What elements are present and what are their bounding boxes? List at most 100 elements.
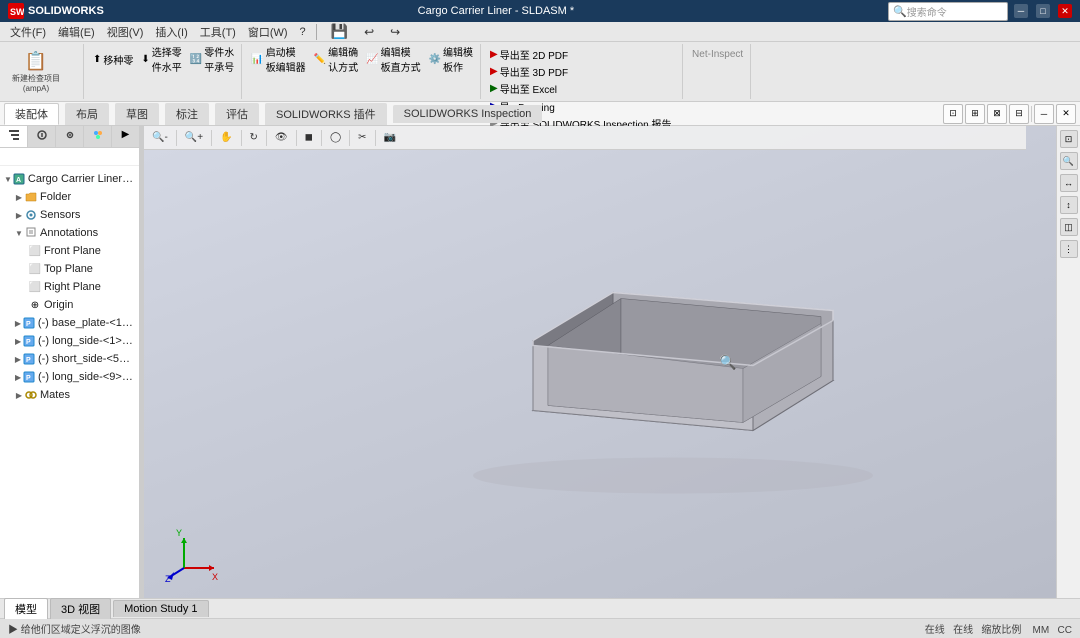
net-inspect-button[interactable]: Net-Inspect [689, 46, 746, 62]
vp-rotate-button[interactable]: ↻ [246, 131, 262, 144]
vp-pan-button[interactable]: ✋ [216, 131, 236, 144]
tree-item-right-plane[interactable]: ⬜ Right Plane [0, 278, 139, 296]
maximize-button[interactable]: □ [1036, 4, 1050, 18]
menu-tools[interactable]: 工具(T) [194, 22, 242, 42]
export-2d-pdf-label: 导出至 2D PDF [500, 47, 568, 62]
menu-file[interactable]: 文件(F) [4, 22, 52, 42]
viewport[interactable]: 🔍- 🔍+ ✋ ↻ 👁 ◼ ◯ ✂ 📷 [144, 126, 1056, 598]
tree-item-top-plane[interactable]: ⬜ Top Plane [0, 260, 139, 278]
tree-item-mates[interactable]: ▶ Mates [0, 386, 139, 404]
edit-confirm-icon: ✏️ [314, 54, 326, 65]
menu-help[interactable]: ? [294, 24, 312, 40]
view-tab-3d[interactable]: 3D 视图 [50, 598, 111, 619]
right-panel-btn-6[interactable]: ⋮ [1060, 240, 1078, 258]
move-part-button[interactable]: ⬆ 移种零 [90, 51, 136, 67]
vp-sep-6 [321, 130, 322, 146]
select-level-button[interactable]: ⬇ 选择零件水平 [138, 51, 184, 67]
tree-item-base-plate[interactable]: ▶ P (-) base_plate-<1> -> (De [0, 314, 139, 332]
vp-zoom-in-button[interactable]: 🔍+ [181, 131, 207, 144]
menu-view[interactable]: 视图(V) [101, 22, 150, 42]
view-tab-model[interactable]: 模型 [4, 598, 48, 619]
svg-text:A: A [16, 177, 21, 184]
edit-template-hist-button[interactable]: 📈 编辑模板直方式 [363, 51, 423, 67]
tab-sketch[interactable]: 草图 [115, 103, 159, 125]
long-side-1-expand-arrow: ▶ [14, 336, 22, 346]
assembly-icon: A [12, 172, 26, 186]
tab-evaluate[interactable]: 评估 [215, 103, 259, 125]
ribbon-toolbar: 📋 新建检查项目(ampA) ⬆ 移种零 ⬇ 选择零件水平 🔢 零件水平承号 [0, 42, 1080, 102]
vp-close-button[interactable]: ✕ [1056, 104, 1076, 124]
tree-item-annotations[interactable]: ▼ Annotations [0, 224, 139, 242]
tab-assembly[interactable]: 装配体 [4, 103, 59, 125]
tab-markup[interactable]: 标注 [165, 103, 209, 125]
toolbar-redo-icon[interactable]: ↪ [384, 23, 406, 41]
edit-confirm-button[interactable]: ✏️ 编辑确认方式 [311, 51, 361, 67]
toolbar-section-select: ⬆ 移种零 ⬇ 选择零件水平 🔢 零件水平承号 [86, 44, 242, 99]
tree-item-root[interactable]: ▼ A Cargo Carrier Liner - (Default [0, 170, 139, 188]
toolbar-undo-icon[interactable]: ↩ [358, 23, 380, 41]
export-3d-pdf-button[interactable]: ▶ 导出至 3D PDF [487, 63, 678, 79]
toolbar-save-icon[interactable]: 💾 [325, 21, 354, 42]
right-plane-label: Right Plane [44, 281, 101, 293]
svg-text:P: P [26, 375, 31, 382]
single-viewport-button[interactable]: ⊡ [943, 104, 963, 124]
top-plane-label: Top Plane [44, 263, 93, 275]
right-panel-btn-2[interactable]: 🔍 [1060, 152, 1078, 170]
sensors-label: Sensors [40, 209, 80, 221]
export-excel-button[interactable]: ▶ 导出至 Excel [487, 80, 678, 96]
window-title: Cargo Carrier Liner - SLDASM * [104, 5, 888, 17]
root-label: Cargo Carrier Liner - (Default [28, 173, 135, 185]
search-icon: 🔍 [893, 5, 907, 18]
status-online-indicator: 在线 在线 缩放比例 MM CC [925, 625, 1072, 636]
start-template-editor-button[interactable]: 📊 启动模板编辑器 [248, 51, 308, 67]
sidebar-tab-tree[interactable] [0, 126, 28, 147]
minimize-button[interactable]: ─ [1014, 4, 1028, 18]
vp-display-mode-button[interactable]: ◼ [301, 131, 317, 144]
vp-hide-show-button[interactable]: ◯ [326, 131, 345, 144]
tree-item-folder[interactable]: ▶ Folder [0, 188, 139, 206]
view-tab-motion-study[interactable]: Motion Study 1 [113, 600, 208, 617]
dual-viewport-button[interactable]: ⊞ [965, 104, 985, 124]
tree-item-short-side-5[interactable]: ▶ P (-) short_side-<5> -> (De [0, 350, 139, 368]
vp-section-cut-button[interactable]: ✂ [354, 131, 370, 144]
z-axis-label: Z [165, 574, 171, 583]
menu-insert[interactable]: 插入(I) [149, 22, 193, 42]
view-options-button[interactable]: ⊟ [1009, 104, 1029, 124]
vp-view-button[interactable]: 👁 [271, 131, 292, 144]
right-panel-btn-3[interactable]: ↔ [1060, 174, 1078, 192]
vp-camera-button[interactable]: 📷 [380, 131, 400, 144]
export-3d-pdf-icon: ▶ [490, 66, 498, 77]
right-panel-btn-5[interactable]: ◫ [1060, 218, 1078, 236]
tree-item-long-side-9[interactable]: ▶ P (-) long_side-<9> -> (Def [0, 368, 139, 386]
close-button[interactable]: ✕ [1058, 4, 1072, 18]
part-number-button[interactable]: 🔢 零件水平承号 [187, 51, 237, 67]
sidebar-search-input[interactable] [2, 150, 138, 163]
sidebar-tabs: ▶ [0, 126, 139, 148]
tree-item-origin[interactable]: ⊕ Origin [0, 296, 139, 314]
vp-zoom-out-button[interactable]: 🔍- [148, 131, 172, 144]
tree-item-long-side-1[interactable]: ▶ P (-) long_side-<1> -> (Def [0, 332, 139, 350]
tab-sw-addins[interactable]: SOLIDWORKS 插件 [265, 103, 387, 125]
menu-window[interactable]: 窗口(W) [242, 22, 294, 42]
restore-button[interactable]: ─ [1034, 104, 1054, 124]
secondary-toolbar: 装配体 布局 草图 标注 评估 SOLIDWORKS 插件 SOLIDWORKS… [0, 102, 1080, 126]
tab-layout[interactable]: 布局 [65, 103, 109, 125]
sensors-expand-arrow: ▶ [14, 210, 24, 220]
sidebar-tab-props[interactable] [28, 126, 56, 147]
menu-edit[interactable]: 编辑(E) [52, 22, 101, 42]
assembly-file-icon: A [13, 173, 25, 185]
sidebar-tab-config[interactable] [56, 126, 84, 147]
tree-item-sensors[interactable]: ▶ Sensors [0, 206, 139, 224]
export-2d-pdf-button[interactable]: ▶ 导出至 2D PDF [487, 46, 678, 62]
tab-sw-inspection[interactable]: SOLIDWORKS Inspection [393, 105, 543, 123]
sidebar-tab-appearance[interactable] [84, 126, 112, 147]
right-panel-btn-4[interactable]: ↕ [1060, 196, 1078, 214]
tree-item-front-plane[interactable]: ⬜ Front Plane [0, 242, 139, 260]
svg-text:P: P [26, 339, 31, 346]
edit-template-action-button[interactable]: ⚙️ 编辑模板作 [426, 51, 476, 67]
new-inspection-button[interactable]: 📋 新建检查项目(ampA) [8, 46, 64, 98]
sidebar-tab-more[interactable]: ▶ [112, 126, 139, 147]
command-search[interactable]: 🔍 搜索命令 [888, 2, 1008, 21]
right-panel-btn-1[interactable]: ⊡ [1060, 130, 1078, 148]
quad-viewport-button[interactable]: ⊠ [987, 104, 1007, 124]
